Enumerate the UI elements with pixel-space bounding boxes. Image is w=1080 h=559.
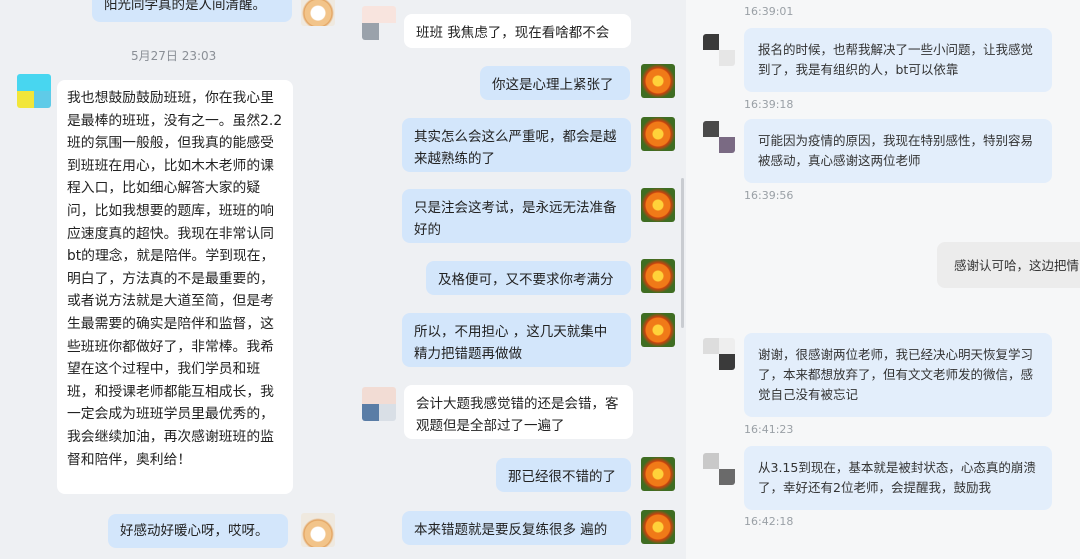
middle-chat-panel: 班班 我焦虑了，现在看啥都不会 你这是心理上紧张了 其实怎么会这么严重呢，都会是… [343, 0, 686, 559]
flower-avatar[interactable] [641, 117, 675, 151]
timestamp: 16:42:18 [744, 515, 794, 528]
flower-avatar[interactable] [641, 259, 675, 293]
message-bubble[interactable]: 可能因为疫情的原因，我现在特别感性，特别容易被感动，真心感谢这两位老师 [744, 119, 1052, 183]
message-bubble[interactable]: 感谢认可哈，这边把情 [937, 242, 1080, 288]
flower-avatar[interactable] [641, 313, 675, 347]
message-bubble[interactable]: 谢谢，很感谢两位老师，我已经决心明天恢复学习了，本来都想放弃了，但有文文老师发的… [744, 333, 1052, 417]
user-avatar[interactable] [703, 34, 735, 66]
cat-avatar[interactable] [301, 0, 335, 26]
message-bubble[interactable]: 从3.15到现在，基本就是被封状态，心态真的崩溃了，幸好还有2位老师，会提醒我，… [744, 446, 1052, 510]
timestamp: 16:39:18 [744, 98, 794, 111]
timestamp: 16:39:56 [744, 189, 794, 202]
top-message-bubble[interactable]: 阳光同学真的是人间清醒。 [92, 0, 292, 22]
long-message-bubble[interactable]: 我也想鼓励鼓励班班，你在我心里是最棒的班班，没有之一。虽然2.2班的氛围一般般，… [57, 80, 293, 494]
message-bubble[interactable]: 会计大题我感觉错的还是会错，客观题但是全部过了一遍了 [404, 385, 633, 439]
message-bubble[interactable]: 所以，不用担心 ，这几天就集中精力把错题再做做 [402, 313, 631, 367]
message-bubble[interactable]: 及格便可，又不要求你考满分 [426, 261, 631, 295]
user-avatar[interactable] [703, 338, 735, 370]
message-bubble[interactable]: 班班 我焦虑了，现在看啥都不会 [404, 14, 631, 48]
timestamp: 5月27日 23:03 [131, 49, 217, 63]
message-bubble[interactable]: 你这是心理上紧张了 [480, 66, 630, 100]
message-bubble[interactable]: 报名的时候，也帮我解决了一些小问题，让我感觉到了，我是有组织的人，bt可以依靠 [744, 28, 1052, 92]
flower-avatar[interactable] [641, 188, 675, 222]
message-bubble[interactable]: 本来错题就是要反复练很多 遍的 [402, 511, 631, 545]
user-avatar[interactable] [703, 453, 735, 485]
flower-avatar[interactable] [641, 457, 675, 491]
scrollbar[interactable] [681, 178, 684, 328]
timestamp: 16:41:23 [744, 423, 794, 436]
left-chat-panel: 阳光同学真的是人间清醒。 5月27日 23:03 我也想鼓励鼓励班班，你在我心里… [0, 0, 343, 559]
flower-avatar[interactable] [641, 64, 675, 98]
cat-avatar[interactable] [301, 513, 335, 547]
right-chat-panel: 16:39:01 报名的时候，也帮我解决了一些小问题，让我感觉到了，我是有组织的… [686, 0, 1080, 559]
message-bubble[interactable]: 那已经很不错的了 [496, 458, 631, 492]
message-bubble[interactable]: 只是注会这考试，是永远无法准备好的 [402, 189, 631, 243]
timestamp: 16:39:01 [744, 5, 794, 18]
flower-avatar[interactable] [641, 510, 675, 544]
user-avatar[interactable] [703, 121, 735, 153]
user-avatar[interactable] [17, 74, 51, 108]
message-bubble[interactable]: 其实怎么会这么严重呢，都会是越来越熟练的了 [402, 118, 631, 172]
reply-bubble[interactable]: 好感动好暖心呀，哎呀。 [108, 514, 288, 548]
user-avatar[interactable] [362, 6, 396, 40]
user-avatar[interactable] [362, 387, 396, 421]
